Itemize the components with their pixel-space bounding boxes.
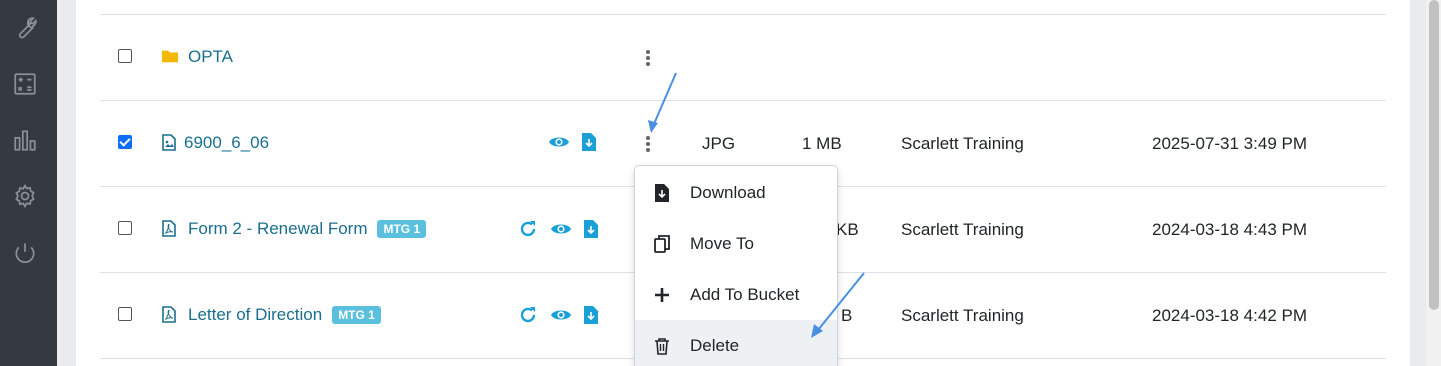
annotation-arrow-delete [811, 272, 865, 338]
annotation-arrow-kebab [648, 72, 677, 133]
annotation-arrows [648, 72, 865, 338]
